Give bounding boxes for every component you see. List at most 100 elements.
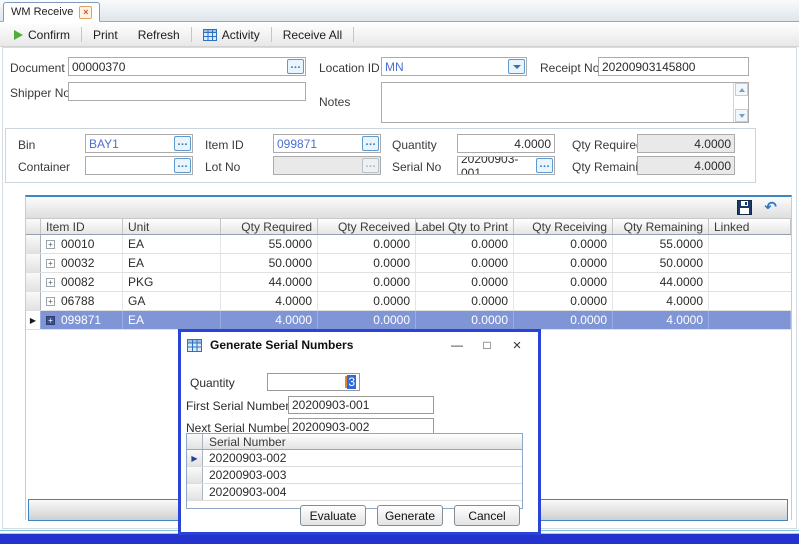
item-id-lookup-button[interactable]: … — [362, 136, 379, 151]
serial-number-column-header[interactable]: Serial Number — [203, 434, 522, 449]
dialog-quantity-field[interactable]: 3 — [267, 373, 360, 391]
row-selector-current[interactable]: ▶ — [26, 311, 41, 329]
shipper-no-field[interactable] — [68, 82, 306, 101]
table-row[interactable]: +00082 PKG 44.0000 0.0000 0.0000 0.0000 … — [26, 273, 791, 292]
cancel-button[interactable]: Cancel — [454, 505, 520, 526]
serial-no-label: Serial No — [392, 160, 441, 174]
expand-icon[interactable]: + — [46, 316, 55, 325]
grid-header-row: Item ID Unit Qty Required Qty Received L… — [26, 219, 791, 235]
table-row[interactable]: +00032 EA 50.0000 0.0000 0.0000 0.0000 5… — [26, 254, 791, 273]
minimize-icon[interactable]: — — [442, 335, 472, 355]
bin-field[interactable]: BAY1 … — [85, 134, 193, 153]
col-header-qty-received[interactable]: Qty Received — [318, 219, 416, 234]
cell-qty-remaining: 44.0000 — [613, 273, 709, 291]
document-no-lookup-button[interactable]: … — [287, 59, 304, 74]
cell-linked — [709, 311, 791, 329]
serial-no-value: 20200903-001 — [461, 156, 533, 175]
confirm-button[interactable]: Confirm — [4, 24, 80, 46]
item-id-value: 099871 — [277, 137, 317, 151]
refresh-button[interactable]: Refresh — [128, 24, 190, 46]
serial-row[interactable]: 20200903-004 — [187, 484, 522, 501]
notes-scroll-up-icon[interactable] — [735, 83, 748, 96]
serial-row-selector-current[interactable]: ▶ — [187, 450, 203, 466]
location-id-combo[interactable]: MN — [381, 57, 527, 76]
document-no-field[interactable]: 00000370 … — [68, 57, 306, 76]
table-row[interactable]: +06788 GA 4.0000 0.0000 0.0000 0.0000 4.… — [26, 292, 791, 311]
col-header-linked[interactable]: Linked — [709, 219, 791, 234]
row-selector[interactable] — [26, 273, 41, 291]
serial-row-selector[interactable] — [187, 467, 203, 483]
print-button[interactable]: Print — [83, 24, 128, 46]
quantity-field[interactable]: 4.0000 — [457, 134, 555, 153]
tab-close-icon[interactable]: × — [79, 6, 92, 19]
cell-unit: GA — [123, 292, 221, 310]
expand-icon[interactable]: + — [46, 278, 55, 287]
col-header-qty-receiving[interactable]: Qty Receiving — [514, 219, 613, 234]
container-lookup-button[interactable]: … — [174, 158, 191, 173]
activity-button[interactable]: Activity — [193, 24, 270, 46]
serial-no-lookup-button[interactable]: … — [536, 158, 553, 173]
serial-no-field[interactable]: 20200903-001 … — [457, 156, 555, 175]
lot-no-lookup-button: … — [362, 158, 379, 173]
maximize-icon[interactable]: □ — [472, 335, 502, 355]
row-selector[interactable] — [26, 292, 41, 310]
col-header-label-qty[interactable]: Label Qty to Print — [416, 219, 514, 234]
undo-icon[interactable]: ↶ — [764, 200, 777, 215]
col-header-qty-required[interactable]: Qty Required — [221, 219, 318, 234]
receipt-no-value: 20200903145800 — [602, 60, 695, 74]
save-icon[interactable] — [737, 200, 752, 215]
serial-value: 20200903-004 — [203, 484, 522, 500]
serial-row[interactable]: 20200903-003 — [187, 467, 522, 484]
table-row[interactable]: +00010 EA 55.0000 0.0000 0.0000 0.0000 5… — [26, 235, 791, 254]
location-id-dropdown-icon[interactable] — [508, 59, 525, 74]
row-selector[interactable] — [26, 254, 41, 272]
cell-unit: EA — [123, 235, 221, 253]
activity-label: Activity — [222, 28, 260, 42]
receive-all-button[interactable]: Receive All — [273, 24, 352, 46]
notes-scrollbar[interactable] — [733, 83, 748, 122]
cell-qty-required: 55.0000 — [221, 235, 318, 253]
cell-qty-received: 0.0000 — [318, 235, 416, 253]
col-header-qty-remaining[interactable]: Qty Remaining — [613, 219, 709, 234]
cell-linked — [709, 273, 791, 291]
item-id-field[interactable]: 099871 … — [273, 134, 381, 153]
cell-item-id: 099871 — [61, 313, 101, 327]
container-field[interactable]: … — [85, 156, 193, 175]
notes-field[interactable] — [381, 82, 749, 123]
dialog-title-bar[interactable]: Generate Serial Numbers — □ × — [181, 332, 538, 358]
serial-row-selector[interactable] — [187, 484, 203, 500]
serial-value: 20200903-002 — [203, 450, 522, 466]
cell-item-id: 00032 — [61, 256, 94, 270]
expand-icon[interactable]: + — [46, 259, 55, 268]
bin-lookup-button[interactable]: … — [174, 136, 191, 151]
col-header-unit[interactable]: Unit — [123, 219, 221, 234]
confirm-label: Confirm — [28, 28, 70, 42]
col-header-item-id[interactable]: Item ID — [41, 219, 123, 234]
row-selector[interactable] — [26, 235, 41, 253]
evaluate-button[interactable]: Evaluate — [300, 505, 366, 526]
tab-wm-receive[interactable]: WM Receive × — [3, 2, 100, 22]
serial-row[interactable]: ▶ 20200903-002 — [187, 450, 522, 467]
receipt-no-label: Receipt No — [540, 61, 599, 75]
qty-remaining-field: 4.0000 — [637, 156, 735, 175]
receipt-no-field[interactable]: 20200903145800 — [598, 57, 749, 76]
notes-scroll-down-icon[interactable] — [735, 109, 748, 122]
serial-header-selector — [187, 434, 203, 449]
cell-qty-required: 4.0000 — [221, 311, 318, 329]
cell-qty-remaining: 4.0000 — [613, 311, 709, 329]
quantity-value: 4.0000 — [514, 137, 551, 151]
tab-title: WM Receive — [11, 6, 73, 18]
cell-item-id: 00082 — [61, 275, 94, 289]
qty-required-label: Qty Required — [572, 138, 643, 152]
cell-qty-received: 0.0000 — [318, 292, 416, 310]
expand-icon[interactable]: + — [46, 297, 55, 306]
generate-button[interactable]: Generate — [377, 505, 443, 526]
grid-header-selector — [26, 219, 41, 234]
close-icon[interactable]: × — [502, 335, 532, 355]
table-row-selected[interactable]: ▶ +099871 EA 4.0000 0.0000 0.0000 0.0000… — [26, 311, 791, 330]
toolbar-separator — [271, 27, 272, 42]
first-serial-field[interactable]: 20200903-001 — [288, 396, 434, 414]
dialog-button-row: Evaluate Generate Cancel — [300, 505, 520, 526]
expand-icon[interactable]: + — [46, 240, 55, 249]
cell-qty-remaining: 55.0000 — [613, 235, 709, 253]
